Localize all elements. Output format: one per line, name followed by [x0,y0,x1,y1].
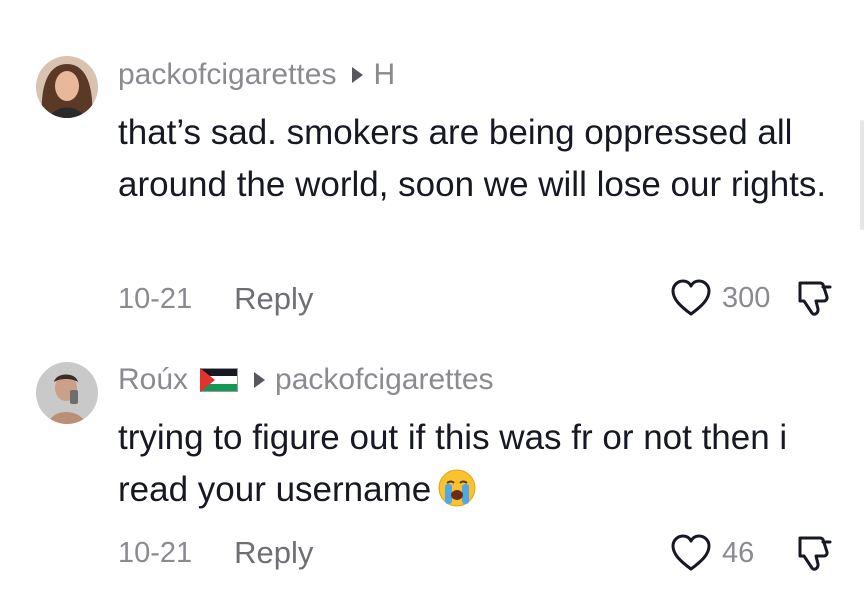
reply-arrow-icon [254,372,266,388]
username[interactable]: Roúx [118,363,188,397]
heart-outline-icon [671,279,711,316]
comment-date: 10-21 [118,282,193,315]
thumbs-down-icon [798,281,832,316]
comment-header: packofcigarettes H [118,58,395,92]
like-count: 300 [722,281,771,314]
thumbs-down-icon [798,536,832,571]
reply-to-username[interactable]: packofcigarettes [275,363,493,397]
reply-button[interactable]: Reply [234,535,313,571]
like-button[interactable]: 46 [670,534,794,572]
palestine-flag-icon [200,368,239,392]
comment-header: Roúx packofcigarettes [118,363,494,397]
comment-actions: 46 [670,533,834,573]
comment-text: trying to figure out if this was fr or n… [118,412,848,523]
comment-meta: 10-21 Reply [118,535,313,571]
avatar[interactable] [36,56,98,118]
like-count: 46 [722,536,755,569]
comment-item: packofcigarettes H that’s sad. smokers a… [0,0,864,340]
comment-meta: 10-21 Reply [118,281,313,317]
comment-actions: 300 [670,278,834,318]
scrollbar[interactable] [860,120,864,230]
username[interactable]: packofcigarettes [118,58,336,92]
comment-text: that’s sad. smokers are being oppressed … [118,113,827,204]
heart-outline-icon [671,534,711,571]
dislike-button[interactable] [794,278,834,318]
reply-to-username[interactable]: H [373,58,395,92]
comment-item: Roúx packofcigarettes trying to figure o… [0,340,864,613]
avatar[interactable] [36,362,98,424]
dislike-button[interactable] [794,533,834,573]
reply-arrow-icon [352,67,364,83]
loudly-crying-face-emoji [437,468,477,523]
reply-button[interactable]: Reply [234,281,313,317]
comment-date: 10-21 [118,536,193,569]
like-button[interactable]: 300 [670,279,794,317]
